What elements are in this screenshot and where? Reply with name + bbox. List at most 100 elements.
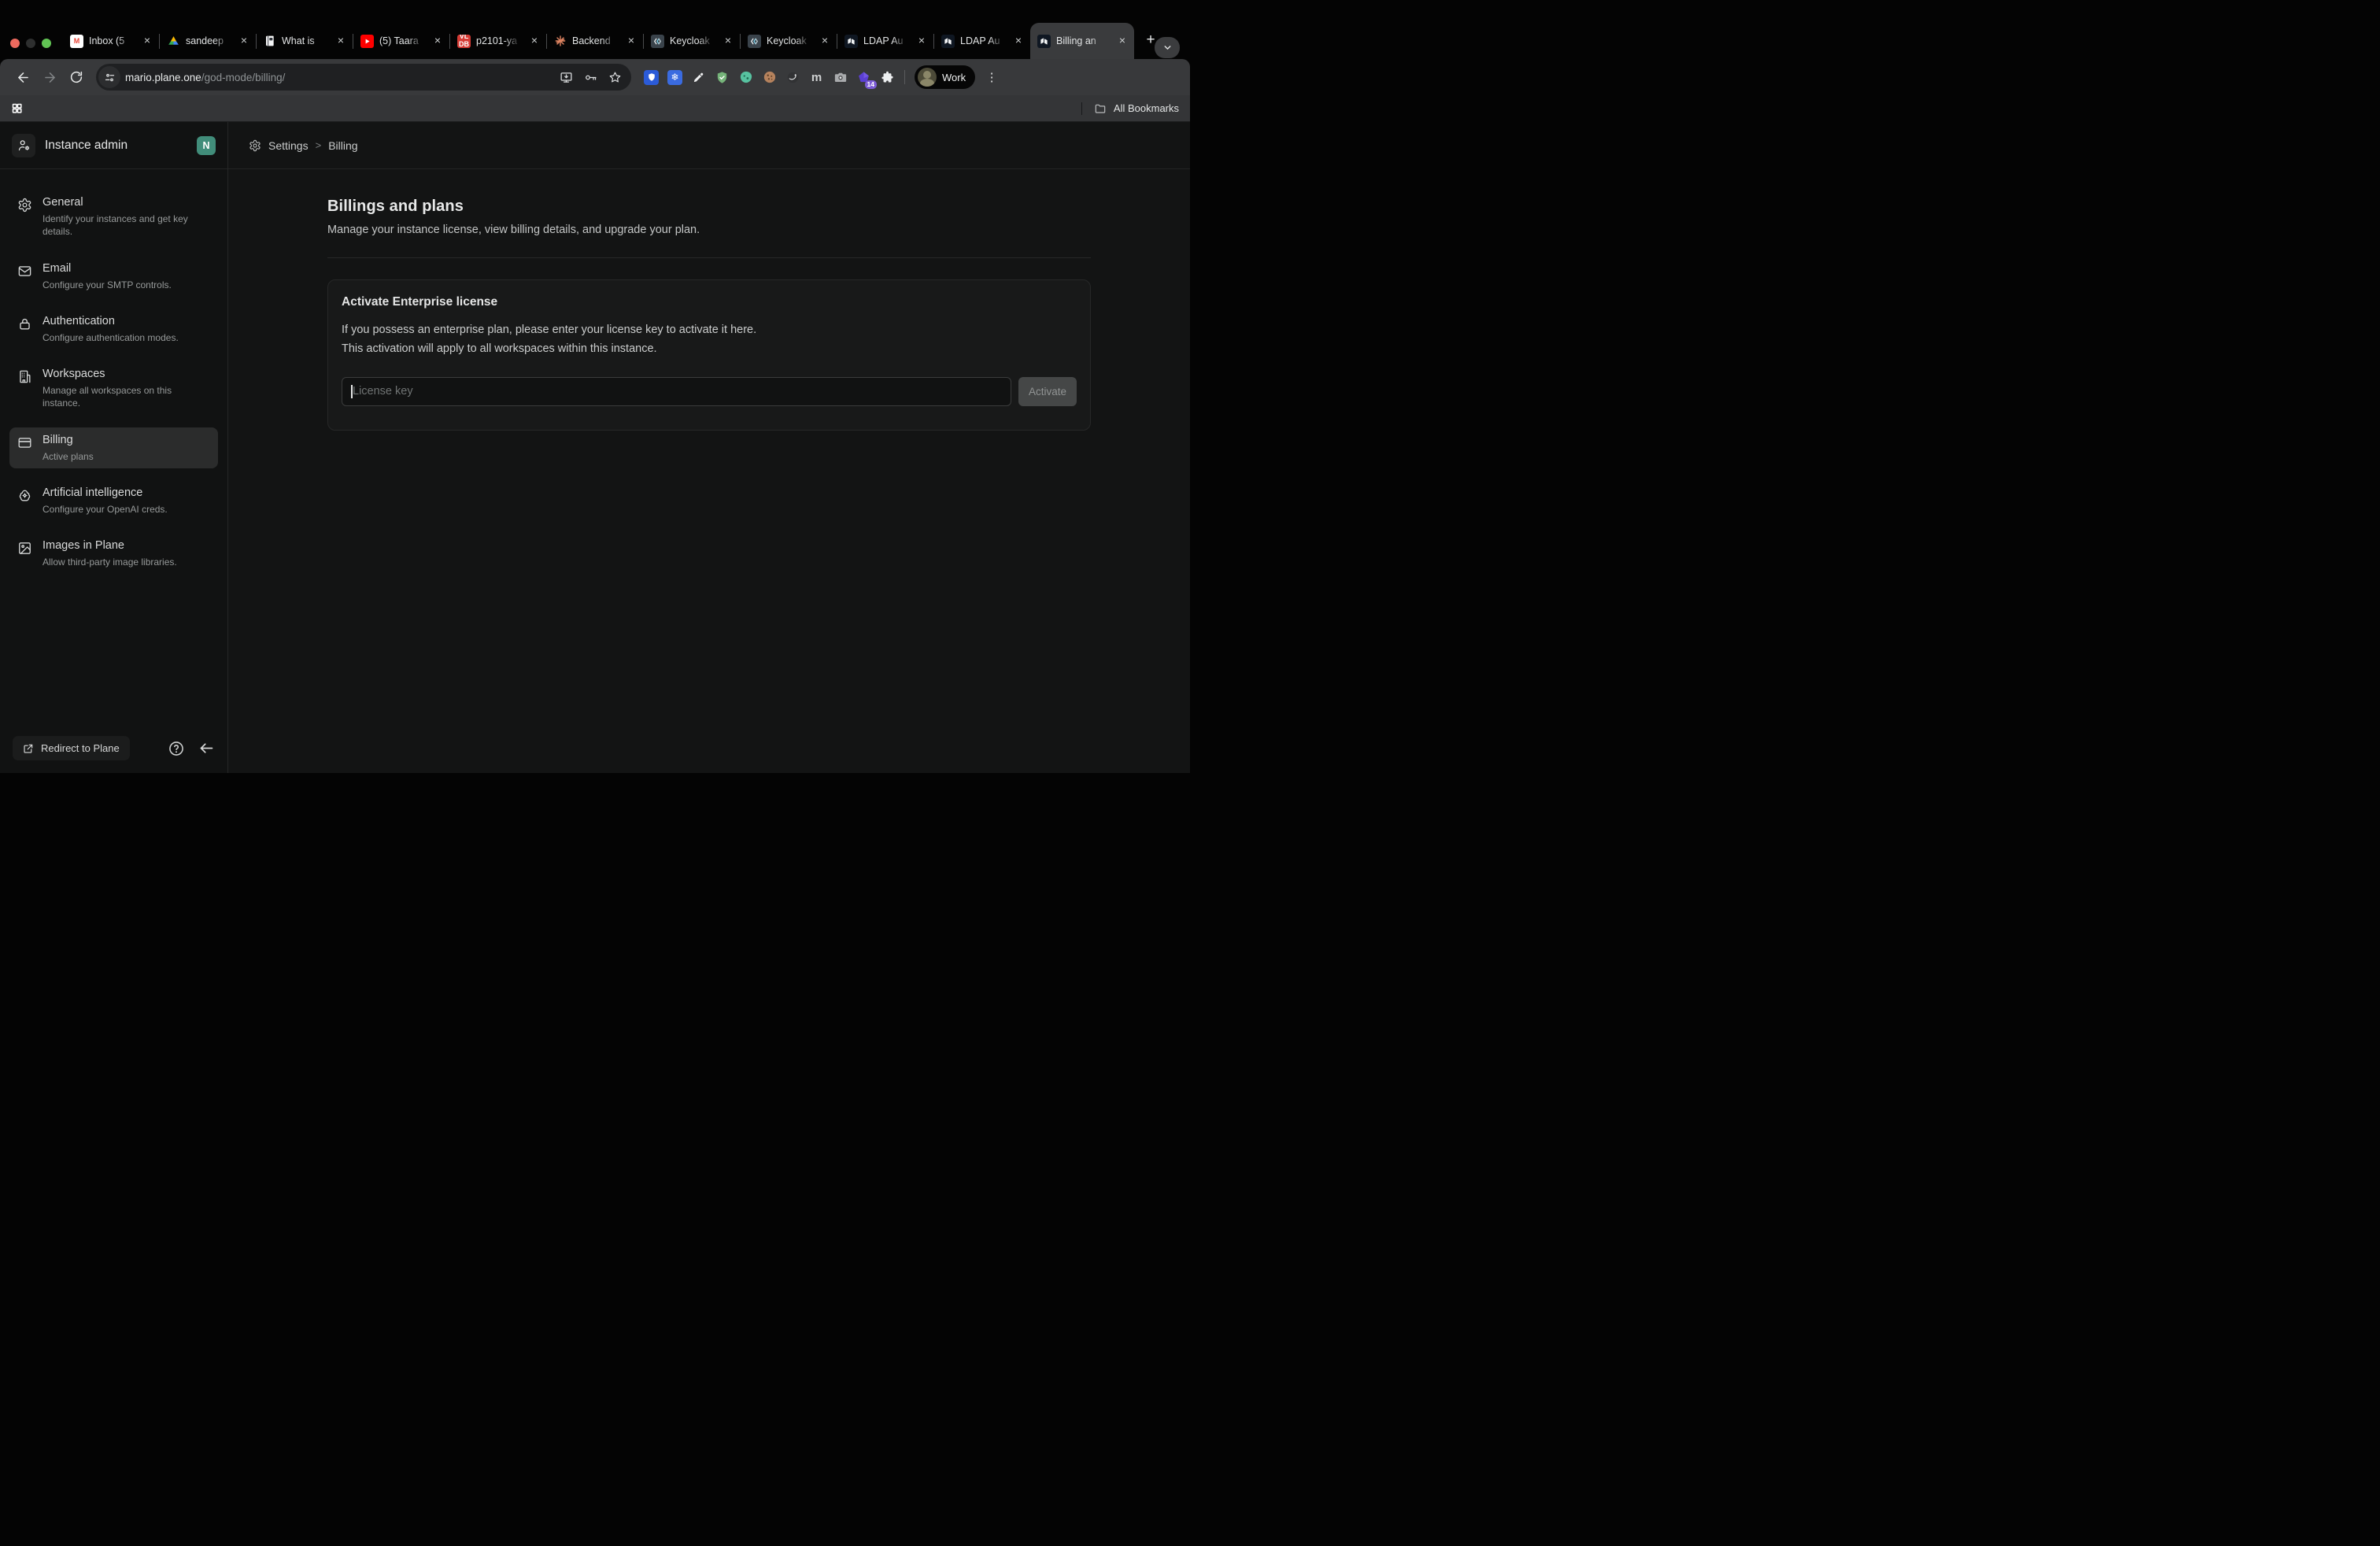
close-tab-icon[interactable]: × [722,35,734,47]
site-settings-button[interactable] [98,66,120,88]
sidebar-item-general[interactable]: GeneralIdentify your instances and get k… [9,190,218,244]
close-tab-icon[interactable]: × [141,35,153,47]
credit-card-icon [17,435,32,463]
browser-tab[interactable]: Keycloak × [741,23,837,59]
install-app-icon[interactable] [560,71,573,84]
browser-tab[interactable]: LDAP Au× [934,23,1030,59]
green-shield-icon[interactable] [715,70,730,85]
browser-menu-button[interactable]: ⋮ [983,70,1000,84]
profile-name: Work [942,72,966,83]
browser-tab[interactable]: What is × [257,23,353,59]
omnibox-actions [560,71,622,84]
sidebar-item-authentication[interactable]: AuthenticationConfigure authentication m… [9,309,218,350]
user-avatar-badge[interactable]: N [197,136,216,155]
tab-title: What is [282,35,329,46]
lock-icon [17,316,32,344]
close-tab-icon[interactable]: × [819,35,831,47]
browser-tab[interactable]: (5) Taara× [353,23,449,59]
close-tab-icon[interactable]: × [238,35,250,47]
grid-icon [11,102,23,114]
purple-diamond-icon[interactable]: 14 [856,70,871,85]
starburst-icon [554,35,567,47]
breadcrumb-settings[interactable]: Settings [268,139,309,152]
close-tab-icon[interactable]: × [915,35,928,47]
camera-icon[interactable] [833,70,848,85]
tab-title: Keycloak [767,35,813,46]
close-tab-icon[interactable]: × [431,35,444,47]
bookmarks-bar: All Bookmarks [0,95,1190,122]
sidebar-item-description: Configure your OpenAI creds. [42,503,168,516]
plane-icon [941,35,955,48]
browser-tab[interactable]: Backend× [547,23,643,59]
sidebar-item-label: Billing [42,433,94,447]
pen-icon[interactable] [691,70,706,85]
close-tab-icon[interactable]: × [625,35,638,47]
sidebar-item-artificial-intelligence[interactable]: Artificial intelligenceConfigure your Op… [9,480,218,521]
bookmark-star-icon[interactable] [608,71,622,84]
all-bookmarks-button[interactable]: All Bookmarks [1081,102,1179,115]
tab-title: Inbox (5 [89,35,135,46]
browser-tab[interactable]: LDAP Au× [837,23,933,59]
browser-toolbar: mario.plane.one/god-mode/billing/ ❄ m 14 W… [0,59,1190,95]
sidebar-item-email[interactable]: EmailConfigure your SMTP controls. [9,256,218,297]
browser-tab[interactable]: M Inbox (5 × [63,23,159,59]
plane-icon [1037,35,1051,48]
tab-search-button[interactable] [1155,37,1180,58]
redirect-to-plane-button[interactable]: Redirect to Plane [13,736,130,760]
keycloak-icon [651,35,664,48]
close-tab-icon[interactable]: × [334,35,347,47]
puzzle-icon[interactable] [880,70,895,85]
gear-icon [17,198,32,239]
avatar [918,68,937,87]
tab-groups-button[interactable] [11,102,23,114]
close-window-button[interactable] [10,39,20,48]
dark-globe-icon[interactable] [785,70,800,85]
arrow-left-icon [198,740,215,756]
all-bookmarks-label: All Bookmarks [1114,102,1179,114]
extensions-row: ❄ m 14 [644,70,895,85]
close-tab-icon[interactable]: × [1116,35,1129,47]
sidebar-footer: Redirect to Plane [0,725,227,773]
bitwarden-shield-icon[interactable] [644,70,659,85]
drive-icon [167,35,180,48]
cookie-icon[interactable] [762,70,777,85]
snowflake-icon[interactable]: ❄ [667,70,682,85]
activate-button[interactable]: Activate [1018,377,1077,406]
browser-tab[interactable]: Keycloak× [644,23,740,59]
back-button[interactable] [11,65,35,89]
chevron-down-icon [1162,43,1173,53]
teal-blob-icon[interactable] [738,70,753,85]
brain-icon [17,488,32,516]
back-arrow-icon [16,70,31,85]
building-icon [17,369,32,410]
sidebar-item-text: GeneralIdentify your instances and get k… [42,195,196,239]
image-icon [17,541,32,568]
sidebar-item-workspaces[interactable]: WorkspacesManage all workspaces on this … [9,361,218,416]
password-key-icon[interactable] [584,71,597,84]
license-form-row: Activate [342,377,1077,406]
browser-tab-active[interactable]: Billing an× [1030,23,1134,59]
sidebar-item-description: Manage all workspaces on this instance. [42,384,196,409]
address-bar[interactable]: mario.plane.one/god-mode/billing/ [96,64,631,91]
help-button[interactable] [168,740,185,757]
sidebar-item-text: AuthenticationConfigure authentication m… [42,314,179,344]
plane-icon [844,35,858,48]
license-key-input[interactable] [342,377,1011,406]
bookmarks-divider [1081,102,1082,115]
zoom-window-button[interactable] [42,39,51,48]
gmail-icon: M [70,35,83,48]
m-letter-icon[interactable]: m [809,70,824,85]
close-tab-icon[interactable]: × [528,35,541,47]
close-tab-icon[interactable]: × [1012,35,1025,47]
sidebar-item-billing[interactable]: BillingActive plans [9,427,218,468]
sidebar-item-images-in-plane[interactable]: Images in PlaneAllow third-party image l… [9,533,218,574]
minimize-window-button[interactable] [26,39,35,48]
browser-tab[interactable]: VLDBp2101-ya× [450,23,546,59]
license-card-line1: If you possess an enterprise plan, pleas… [342,320,1077,339]
reload-button[interactable] [65,65,88,89]
collapse-sidebar-button[interactable] [198,740,215,756]
profile-chip[interactable]: Work [915,65,975,89]
plane-admin-app: Instance admin N GeneralIdentify your in… [0,122,1190,773]
forward-button[interactable] [38,65,61,89]
browser-tab[interactable]: sandeep× [160,23,256,59]
